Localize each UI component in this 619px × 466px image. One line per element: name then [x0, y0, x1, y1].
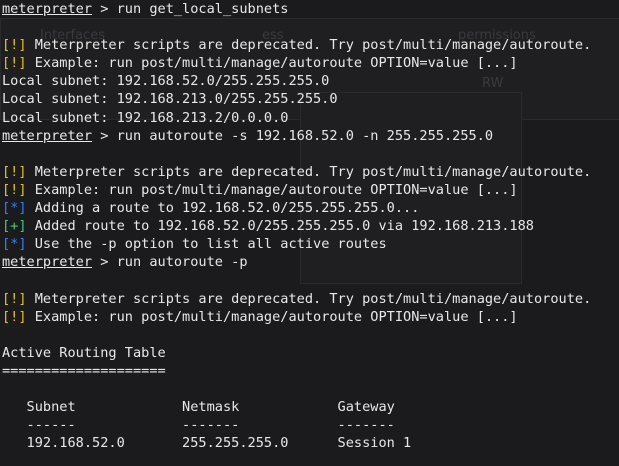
- warning-marker: [!]: [2, 163, 27, 180]
- terminal-text: Meterpreter scripts are deprecated. Try …: [26, 163, 592, 180]
- terminal-line: [!] Meterpreter scripts are deprecated. …: [2, 290, 619, 308]
- info-marker: [*]: [2, 236, 27, 253]
- terminal-line: [*] Adding a route to 192.168.52.0/255.2…: [2, 199, 619, 217]
- terminal-line: meterpreter > run get_local_subnets: [2, 0, 619, 18]
- terminal-line: Local subnet: 192.168.213.2/0.0.0.0: [2, 109, 619, 127]
- terminal-text: Local subnet: 192.168.213.2/0.0.0.0: [2, 109, 289, 126]
- warning-marker: [!]: [2, 181, 27, 198]
- terminal-text: Adding a route to 192.168.52.0/255.255.2…: [26, 200, 420, 217]
- terminal-line: ------ ------- -------: [2, 416, 619, 434]
- terminal-line: Local subnet: 192.168.52.0/255.255.255.0: [2, 72, 619, 90]
- warning-marker: [!]: [2, 37, 27, 54]
- terminal-line: meterpreter > run autoroute -p: [2, 253, 619, 271]
- terminal-line: [!] Example: run post/multi/manage/autor…: [2, 308, 619, 326]
- terminal-text: Subnet Netmask Gateway: [2, 399, 395, 416]
- terminal-text: Meterpreter scripts are deprecated. Try …: [26, 290, 592, 307]
- meterpreter-prompt: meterpreter: [2, 1, 93, 17]
- terminal-line: meterpreter > run autoroute -s 192.168.5…: [2, 127, 619, 145]
- warning-marker: [!]: [2, 290, 27, 307]
- terminal-output[interactable]: meterpreter > run get_local_subnets [!] M…: [2, 0, 619, 466]
- terminal-text: > run autoroute -s 192.168.52.0 -n 255.2…: [92, 127, 494, 144]
- terminal-text: Local subnet: 192.168.213.0/255.255.255.…: [2, 91, 338, 108]
- terminal-text: Meterpreter scripts are deprecated. Try …: [26, 37, 592, 54]
- meterpreter-prompt: meterpreter: [2, 254, 93, 271]
- terminal-text: Example: run post/multi/manage/autoroute…: [26, 308, 518, 325]
- terminal-text: ====================: [2, 362, 166, 379]
- terminal-text: > run autoroute -p: [92, 254, 248, 271]
- terminal-text: Local subnet: 192.168.52.0/255.255.255.0: [2, 73, 330, 90]
- terminal-line: Local subnet: 192.168.213.0/255.255.255.…: [2, 90, 619, 108]
- terminal-line: [!] Meterpreter scripts are deprecated. …: [2, 163, 619, 181]
- warning-marker: [!]: [2, 55, 27, 72]
- terminal-text: Added route to 192.168.52.0/255.255.255.…: [26, 218, 534, 235]
- success-marker: [+]: [2, 218, 27, 235]
- terminal-text: ------ ------- -------: [2, 417, 395, 434]
- terminal-text: 192.168.52.0 255.255.255.0 Session 1: [2, 435, 412, 452]
- terminal-line: Subnet Netmask Gateway: [2, 398, 619, 416]
- terminal-line: [+] Added route to 192.168.52.0/255.255.…: [2, 217, 619, 235]
- terminal-line: 192.168.52.0 255.255.255.0 Session 1: [2, 434, 619, 452]
- terminal-text: Use the -p option to list all active rou…: [26, 236, 387, 253]
- terminal-line: [*] Use the -p option to list all active…: [2, 235, 619, 253]
- terminal-text: Example: run post/multi/manage/autoroute…: [26, 55, 518, 72]
- warning-marker: [!]: [2, 308, 27, 325]
- meterpreter-prompt: meterpreter: [2, 127, 93, 144]
- terminal-text: Example: run post/multi/manage/autoroute…: [26, 181, 518, 198]
- terminal-line: [!] Example: run post/multi/manage/autor…: [2, 54, 619, 72]
- terminal-line: [!] Meterpreter scripts are deprecated. …: [2, 36, 619, 54]
- terminal-text: Active Routing Table: [2, 344, 166, 361]
- terminal-line: Active Routing Table: [2, 344, 619, 362]
- terminal-text: > run get_local_subnets: [92, 1, 289, 17]
- info-marker: [*]: [2, 200, 27, 217]
- terminal-line: [!] Example: run post/multi/manage/autor…: [2, 181, 619, 199]
- terminal-line: ====================: [2, 362, 619, 380]
